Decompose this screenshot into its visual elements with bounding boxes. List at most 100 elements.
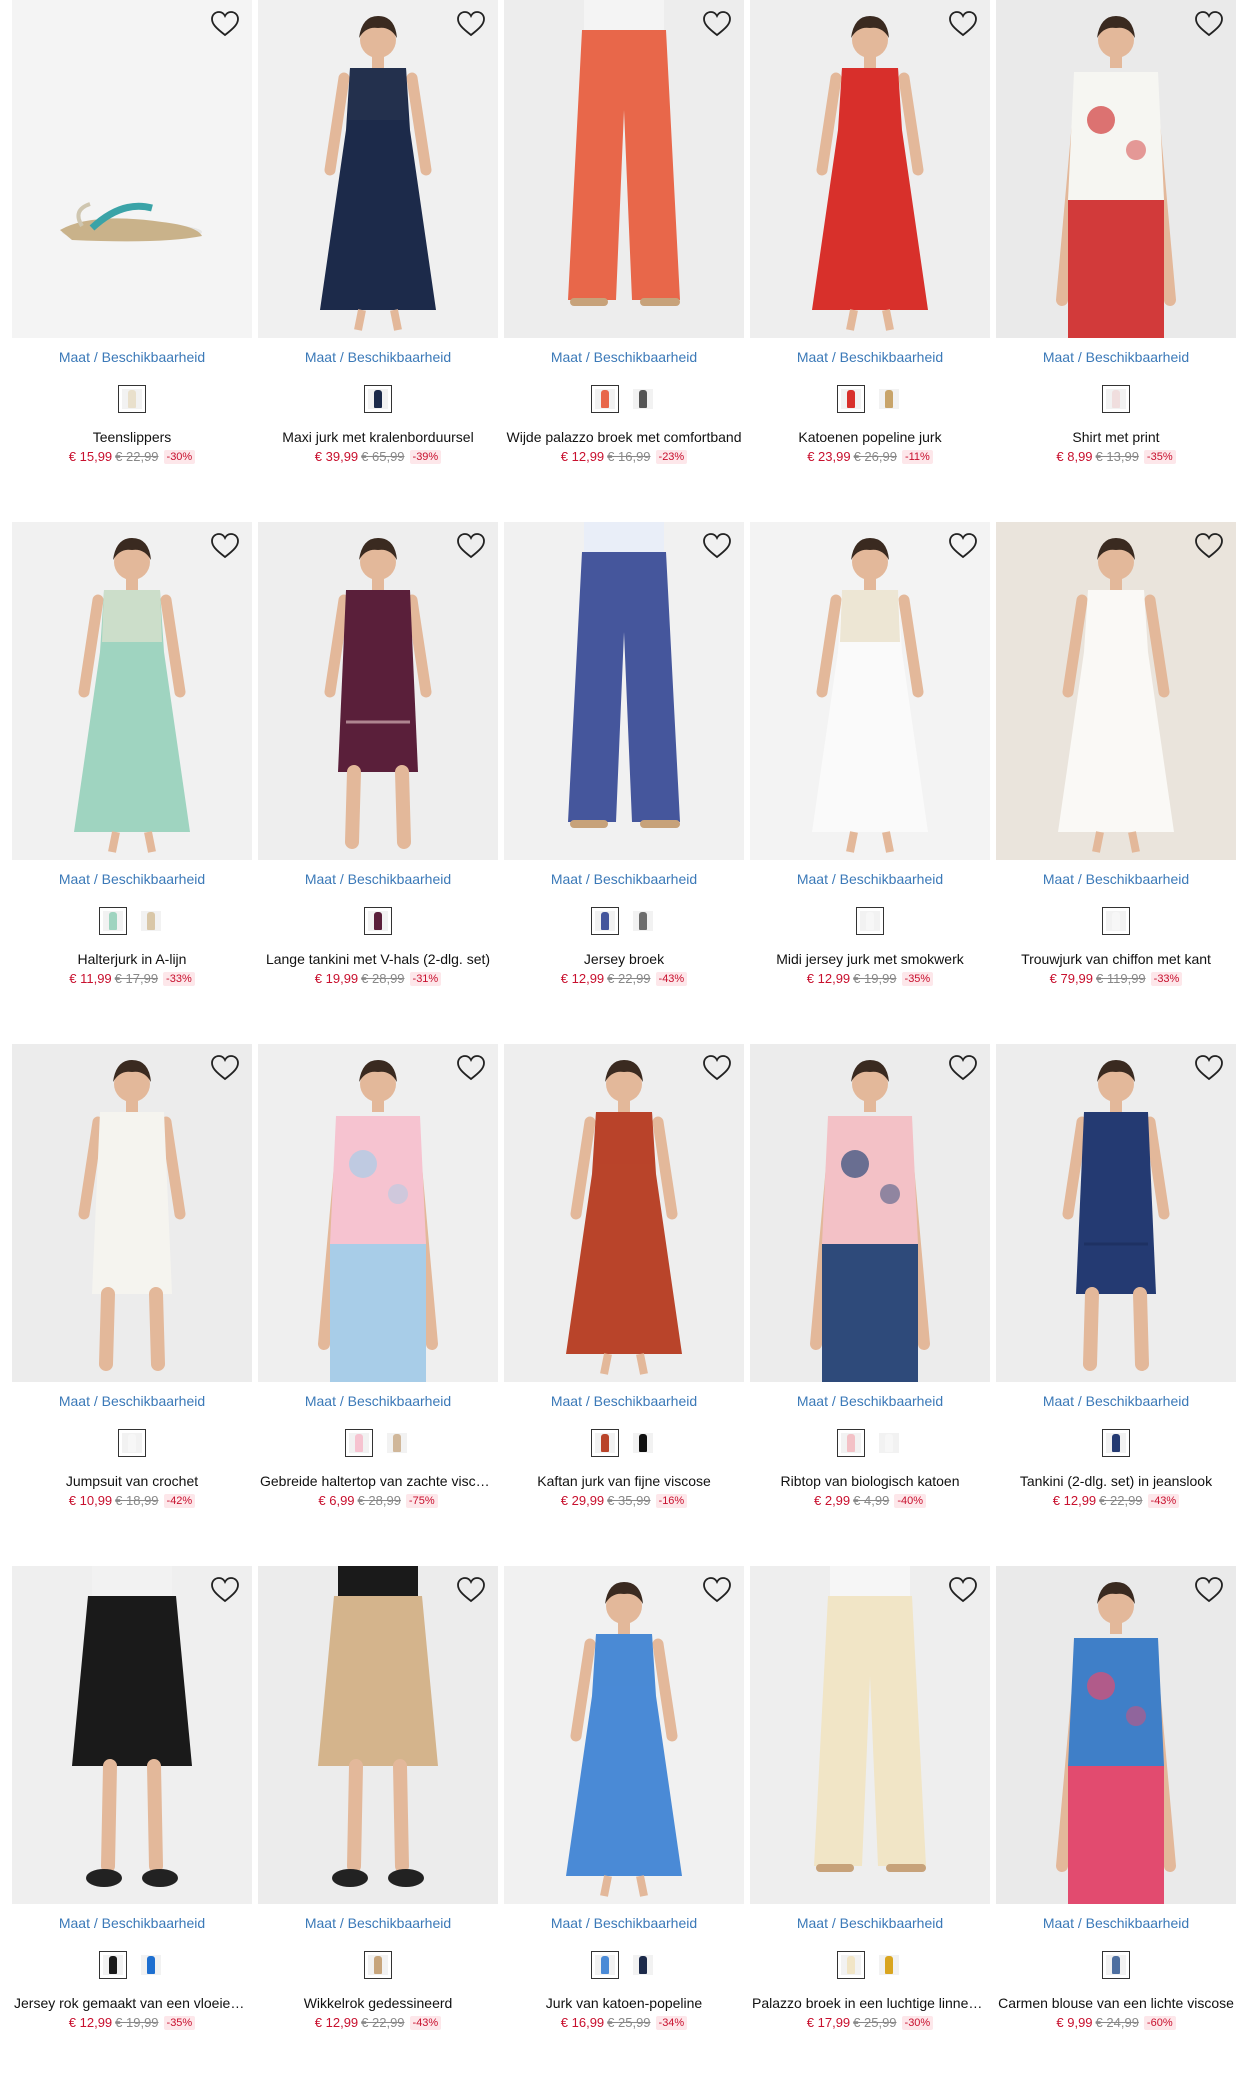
product-card[interactable]: Maat / Beschikbaarheid Shirt met print € 8… [996, 0, 1236, 522]
color-swatch[interactable] [383, 1429, 411, 1457]
size-availability-link[interactable]: Maat / Beschikbaarheid [996, 349, 1236, 367]
product-image[interactable] [750, 0, 990, 338]
product-card[interactable]: Maat / Beschikbaarheid Jersey broek € 12,9… [504, 522, 744, 1044]
color-swatch[interactable] [875, 1429, 903, 1457]
wishlist-heart-icon[interactable] [210, 1576, 240, 1604]
size-availability-link[interactable]: Maat / Beschikbaarheid [750, 871, 990, 889]
product-name[interactable]: Trouwjurk van chiffon met kant [996, 951, 1236, 969]
size-availability-link[interactable]: Maat / Beschikbaarheid [996, 1915, 1236, 1933]
size-availability-link[interactable]: Maat / Beschikbaarheid [504, 871, 744, 889]
product-card[interactable]: Maat / Beschikbaarheid Maxi jurk met kral… [258, 0, 498, 522]
product-image[interactable] [258, 522, 498, 860]
size-availability-link[interactable]: Maat / Beschikbaarheid [996, 871, 1236, 889]
product-card[interactable]: Maat / Beschikbaarheid Teenslippers € 15,9… [12, 0, 252, 522]
product-name[interactable]: Katoenen popeline jurk [750, 429, 990, 447]
color-swatch[interactable] [629, 907, 657, 935]
product-name[interactable]: Jersey rok gemaakt van een vloeiende sto… [12, 1995, 252, 2013]
color-swatch[interactable] [875, 1951, 903, 1979]
product-card[interactable]: Maat / Beschikbaarheid Jumpsuit van croch… [12, 1044, 252, 1566]
product-name[interactable]: Teenslippers [12, 429, 252, 447]
size-availability-link[interactable]: Maat / Beschikbaarheid [12, 1393, 252, 1411]
color-swatch[interactable] [591, 1951, 619, 1979]
size-availability-link[interactable]: Maat / Beschikbaarheid [258, 1393, 498, 1411]
product-name[interactable]: Wijde palazzo broek met comfortband [504, 429, 744, 447]
product-image[interactable] [996, 1566, 1236, 1904]
wishlist-heart-icon[interactable] [456, 532, 486, 560]
product-card[interactable]: Maat / Beschikbaarheid Wijde palazzo broe… [504, 0, 744, 522]
wishlist-heart-icon[interactable] [456, 1576, 486, 1604]
product-image[interactable] [504, 1044, 744, 1382]
product-image[interactable] [258, 1566, 498, 1904]
product-image[interactable] [12, 0, 252, 338]
product-image[interactable] [258, 1044, 498, 1382]
size-availability-link[interactable]: Maat / Beschikbaarheid [12, 871, 252, 889]
color-swatch[interactable] [1102, 1429, 1130, 1457]
wishlist-heart-icon[interactable] [1194, 532, 1224, 560]
product-image[interactable] [12, 1044, 252, 1382]
product-image[interactable] [996, 1044, 1236, 1382]
color-swatch[interactable] [837, 1951, 865, 1979]
wishlist-heart-icon[interactable] [702, 1576, 732, 1604]
wishlist-heart-icon[interactable] [210, 10, 240, 38]
wishlist-heart-icon[interactable] [702, 532, 732, 560]
product-card[interactable]: Maat / Beschikbaarheid Wikkelrok gedessin… [258, 1566, 498, 2088]
color-swatch[interactable] [629, 385, 657, 413]
color-swatch[interactable] [629, 1951, 657, 1979]
color-swatch[interactable] [591, 907, 619, 935]
product-image[interactable] [504, 522, 744, 860]
size-availability-link[interactable]: Maat / Beschikbaarheid [258, 1915, 498, 1933]
color-swatch[interactable] [1102, 907, 1130, 935]
product-card[interactable]: Maat / Beschikbaarheid Palazzo broek in e… [750, 1566, 990, 2088]
product-name[interactable]: Carmen blouse van een lichte viscose [996, 1995, 1236, 2013]
color-swatch[interactable] [364, 1951, 392, 1979]
size-availability-link[interactable]: Maat / Beschikbaarheid [504, 1393, 744, 1411]
product-image[interactable] [504, 0, 744, 338]
product-name[interactable]: Jersey broek [504, 951, 744, 969]
product-card[interactable]: Maat / Beschikbaarheid Tankini (2-dlg. se… [996, 1044, 1236, 1566]
product-image[interactable] [996, 522, 1236, 860]
product-name[interactable]: Maxi jurk met kralenborduursel [258, 429, 498, 447]
wishlist-heart-icon[interactable] [948, 1576, 978, 1604]
product-card[interactable]: Maat / Beschikbaarheid Gebreide haltertop… [258, 1044, 498, 1566]
product-card[interactable]: Maat / Beschikbaarheid Trouwjurk van chif… [996, 522, 1236, 1044]
size-availability-link[interactable]: Maat / Beschikbaarheid [750, 349, 990, 367]
product-card[interactable]: Maat / Beschikbaarheid Lange tankini met … [258, 522, 498, 1044]
size-availability-link[interactable]: Maat / Beschikbaarheid [258, 871, 498, 889]
product-name[interactable]: Kaftan jurk van fijne viscose [504, 1473, 744, 1491]
wishlist-heart-icon[interactable] [456, 10, 486, 38]
color-swatch[interactable] [99, 907, 127, 935]
wishlist-heart-icon[interactable] [210, 532, 240, 560]
wishlist-heart-icon[interactable] [702, 1054, 732, 1082]
product-image[interactable] [996, 0, 1236, 338]
size-availability-link[interactable]: Maat / Beschikbaarheid [258, 349, 498, 367]
color-swatch[interactable] [137, 1951, 165, 1979]
product-name[interactable]: Shirt met print [996, 429, 1236, 447]
product-card[interactable]: Maat / Beschikbaarheid Jersey rok gemaakt… [12, 1566, 252, 2088]
color-swatch[interactable] [837, 1429, 865, 1457]
size-availability-link[interactable]: Maat / Beschikbaarheid [996, 1393, 1236, 1411]
color-swatch[interactable] [364, 385, 392, 413]
color-swatch[interactable] [1102, 385, 1130, 413]
color-swatch[interactable] [856, 907, 884, 935]
product-image[interactable] [12, 522, 252, 860]
product-name[interactable]: Lange tankini met V-hals (2-dlg. set) [258, 951, 498, 969]
product-card[interactable]: Maat / Beschikbaarheid Ribtop van biologi… [750, 1044, 990, 1566]
product-card[interactable]: Maat / Beschikbaarheid Kaftan jurk van fi… [504, 1044, 744, 1566]
product-card[interactable]: Maat / Beschikbaarheid Halterjurk in A-li… [12, 522, 252, 1044]
color-swatch[interactable] [837, 385, 865, 413]
size-availability-link[interactable]: Maat / Beschikbaarheid [504, 349, 744, 367]
size-availability-link[interactable]: Maat / Beschikbaarheid [12, 349, 252, 367]
wishlist-heart-icon[interactable] [1194, 1576, 1224, 1604]
size-availability-link[interactable]: Maat / Beschikbaarheid [12, 1915, 252, 1933]
color-swatch[interactable] [591, 1429, 619, 1457]
product-name[interactable]: Jumpsuit van crochet [12, 1473, 252, 1491]
color-swatch[interactable] [137, 907, 165, 935]
product-name[interactable]: Palazzo broek in een luchtige linnen loo… [750, 1995, 990, 2013]
wishlist-heart-icon[interactable] [210, 1054, 240, 1082]
color-swatch[interactable] [364, 907, 392, 935]
color-swatch[interactable] [591, 385, 619, 413]
product-card[interactable]: Maat / Beschikbaarheid Midi jersey jurk m… [750, 522, 990, 1044]
color-swatch[interactable] [99, 1951, 127, 1979]
product-image[interactable] [258, 0, 498, 338]
size-availability-link[interactable]: Maat / Beschikbaarheid [504, 1915, 744, 1933]
